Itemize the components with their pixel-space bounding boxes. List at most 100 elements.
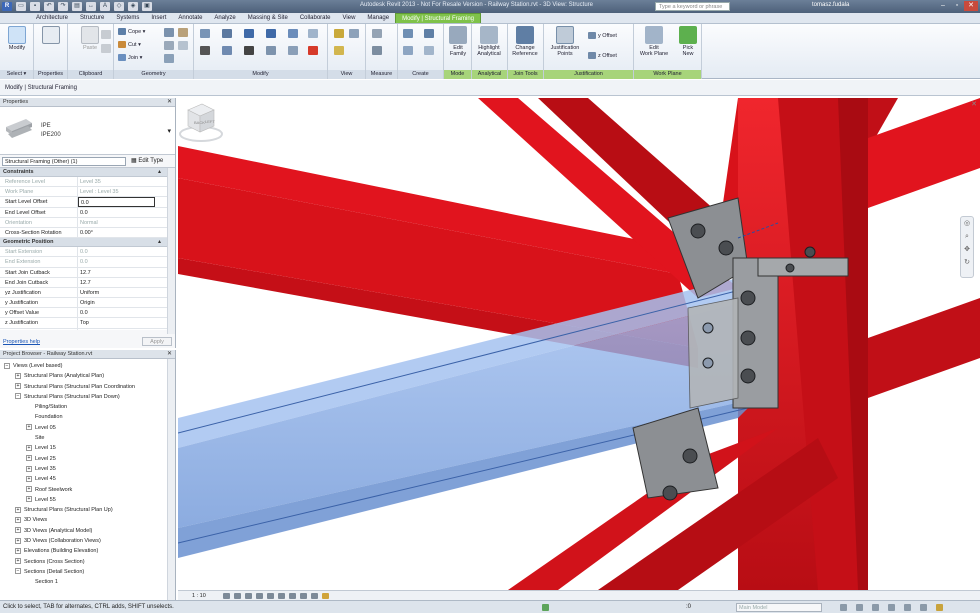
- edit-type-button[interactable]: ▦ Edit Type: [131, 157, 163, 166]
- justification-points-button[interactable]: Justification Points: [546, 26, 584, 57]
- orbit-icon[interactable]: ↻: [961, 256, 973, 269]
- select-pinned-icon[interactable]: [888, 604, 895, 611]
- property-group-header[interactable]: Geometric Position ▴: [0, 238, 175, 248]
- detail-level-icon[interactable]: [223, 593, 230, 599]
- save-icon[interactable]: ▪: [30, 2, 40, 11]
- property-value[interactable]: 12.7: [78, 278, 175, 287]
- beam-join-icon[interactable]: [164, 54, 174, 63]
- print-icon[interactable]: ▤: [72, 2, 82, 11]
- y-offset-button[interactable]: y Offset: [588, 32, 617, 39]
- browser-tree-item[interactable]: + Structural Plans (Analytical Plan): [0, 371, 175, 381]
- browser-tree-item[interactable]: Foundation: [0, 412, 175, 422]
- browser-scrollbar[interactable]: [167, 359, 175, 600]
- chevron-down-icon[interactable]: ▾: [167, 127, 171, 135]
- expand-icon[interactable]: +: [26, 444, 32, 451]
- property-value[interactable]: Top: [78, 318, 175, 327]
- browser-tree-item[interactable]: − Structural Plans (Structural Plan Down): [0, 392, 175, 402]
- join-button[interactable]: Join ▾: [118, 54, 142, 61]
- property-value[interactable]: 0.0: [78, 197, 155, 207]
- tab-architecture[interactable]: Architecture: [30, 13, 74, 23]
- collapse-icon[interactable]: −: [15, 568, 21, 575]
- lock-view-icon[interactable]: [289, 593, 296, 599]
- tab-collaborate[interactable]: Collaborate: [294, 13, 337, 23]
- browser-tree-item[interactable]: + Level 25: [0, 454, 175, 464]
- expand-icon[interactable]: +: [26, 486, 32, 493]
- browser-tree-item[interactable]: +3D Views: [0, 515, 175, 525]
- demolish-icon[interactable]: [178, 41, 188, 50]
- expand-icon[interactable]: +: [26, 496, 32, 503]
- select-links-icon[interactable]: [856, 604, 863, 611]
- redo-icon[interactable]: ↷: [58, 2, 68, 11]
- steering-wheel-icon[interactable]: ◎: [961, 217, 973, 230]
- minimize-icon[interactable]: –: [936, 1, 950, 11]
- 3d-view-icon[interactable]: ◇: [114, 2, 124, 11]
- hide-icon[interactable]: [349, 29, 359, 38]
- assembly-icon[interactable]: [424, 46, 434, 55]
- wall-joins-icon[interactable]: [164, 41, 174, 50]
- expand-icon[interactable]: +: [15, 517, 21, 523]
- collapse-icon[interactable]: ▴: [158, 168, 161, 177]
- property-value[interactable]: 0.0: [78, 308, 175, 317]
- properties-help-link[interactable]: Properties help: [3, 336, 40, 348]
- tab-structure[interactable]: Structure: [74, 13, 110, 23]
- cut-button[interactable]: Cut ▾: [118, 41, 141, 48]
- viewcube[interactable]: BACK LEFT: [178, 98, 224, 144]
- dimension-icon[interactable]: [372, 46, 382, 55]
- property-row[interactable]: Start Join Cutback 12.7: [0, 267, 175, 278]
- properties-button[interactable]: [37, 26, 65, 45]
- property-row[interactable]: y Offset Value 0.0: [0, 308, 175, 319]
- design-option-dropdown[interactable]: Main Model: [736, 603, 822, 612]
- z-offset-button[interactable]: z Offset: [588, 52, 617, 59]
- structural-model-view[interactable]: [178, 98, 980, 590]
- property-row[interactable]: z Offset Value0.0: [0, 328, 175, 330]
- measure-distance-icon[interactable]: [372, 29, 382, 38]
- browser-tree-item[interactable]: Site: [0, 433, 175, 443]
- split-face-icon[interactable]: [164, 28, 174, 37]
- highlight-analytical-button[interactable]: Highlight Analytical: [475, 26, 503, 57]
- expand-icon[interactable]: +: [15, 558, 21, 565]
- property-value[interactable]: Origin: [78, 298, 175, 307]
- override-graphics-icon[interactable]: [334, 29, 344, 38]
- reveal-hidden-icon[interactable]: [311, 593, 318, 599]
- search-input[interactable]: Type a keyword or phrase: [655, 2, 730, 11]
- select-underlay-icon[interactable]: [872, 604, 879, 611]
- visual-style-icon[interactable]: [234, 593, 241, 599]
- cope-button[interactable]: Cope ▾: [118, 28, 145, 35]
- property-row[interactable]: Cross-Section Rotation 0.00°: [0, 227, 175, 239]
- show-crop-icon[interactable]: [278, 593, 285, 599]
- measure-icon[interactable]: ↔: [86, 2, 96, 11]
- expand-icon[interactable]: +: [15, 506, 21, 513]
- change-reference-button[interactable]: Change Reference: [511, 26, 539, 57]
- copy-element-icon[interactable]: [222, 46, 232, 55]
- property-group-header[interactable]: Constraints ▴: [0, 168, 175, 177]
- property-value[interactable]: 0.0: [78, 329, 175, 330]
- tab-modify-structural-framing[interactable]: Modify | Structural Framing: [395, 13, 482, 23]
- expand-icon[interactable]: +: [15, 372, 21, 379]
- split-icon[interactable]: [288, 29, 298, 38]
- browser-tree-item[interactable]: + Elevations (Building Elevation): [0, 546, 175, 556]
- user-name[interactable]: tomasz.fudala: [812, 2, 849, 8]
- select-by-face-icon[interactable]: [904, 604, 911, 611]
- apply-button[interactable]: Apply: [142, 337, 172, 346]
- 3d-viewport[interactable]: ✕ BACK LEFT ◎ ⌕ ✥ ↻: [178, 98, 980, 590]
- close-icon[interactable]: ✕: [971, 100, 977, 108]
- close-icon[interactable]: ✕: [167, 350, 172, 359]
- temporary-hide-icon[interactable]: [300, 593, 307, 599]
- analytical-model-icon[interactable]: [322, 593, 329, 599]
- move-icon[interactable]: [200, 46, 210, 55]
- align-icon[interactable]: [200, 29, 210, 38]
- pan-icon[interactable]: ✥: [961, 243, 973, 256]
- zoom-icon[interactable]: ⌕: [961, 230, 973, 243]
- mirror-draw-icon[interactable]: [266, 29, 276, 38]
- create-group-icon[interactable]: [424, 29, 434, 38]
- rotate-icon[interactable]: [244, 46, 254, 55]
- maximize-icon[interactable]: ▫: [950, 1, 964, 11]
- select-dropdown[interactable]: Select ▾: [0, 70, 33, 79]
- browser-tree-item[interactable]: + Level 15: [0, 443, 175, 453]
- collapse-icon[interactable]: ▴: [158, 238, 161, 247]
- create-similar-icon[interactable]: [403, 46, 413, 55]
- offset-icon[interactable]: [222, 29, 232, 38]
- crop-view-icon[interactable]: [267, 593, 274, 599]
- create-part-icon[interactable]: [403, 29, 413, 38]
- expand-icon[interactable]: +: [26, 475, 32, 482]
